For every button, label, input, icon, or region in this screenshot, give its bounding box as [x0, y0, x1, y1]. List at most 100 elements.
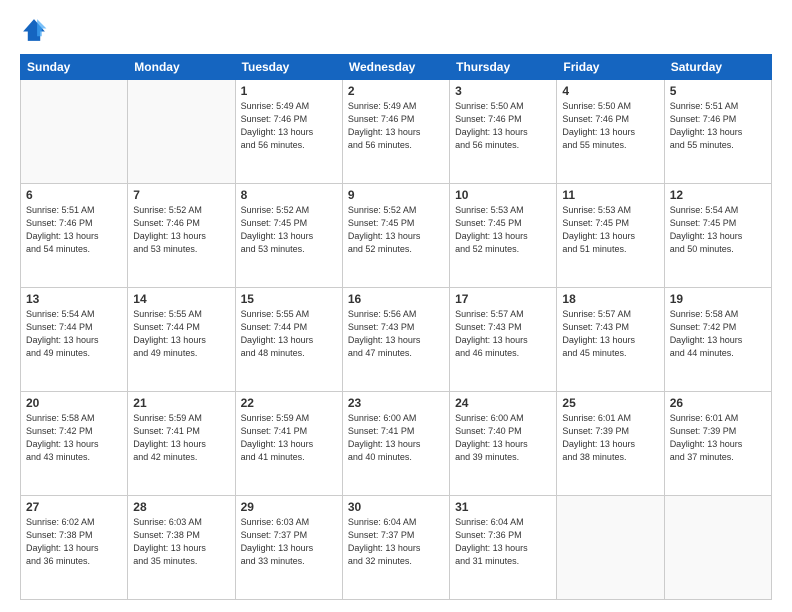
table-row: 30Sunrise: 6:04 AM Sunset: 7:37 PM Dayli… [342, 496, 449, 600]
table-row: 18 Sunrise: 5:57 AM Sunset: 7:43 PM Dayli… [557, 288, 664, 392]
table-row [21, 80, 128, 184]
day-number: 9 [348, 188, 444, 202]
day-info: Sunrise: 6:00 AM Sunset: 7:40 PM Dayligh… [455, 412, 551, 464]
day-number: 29 [241, 500, 337, 514]
page: Sunday Monday Tuesday Wednesday Thursday… [0, 0, 792, 612]
table-row: 6 Sunrise: 5:51 AM Sunset: 7:46 PM Daylig… [21, 184, 128, 288]
day-info: Sunrise: 5:54 AM Sunset: 7:44 PM Dayligh… [26, 308, 122, 360]
day-info: Sunrise: 5:54 AM Sunset: 7:45 PM Dayligh… [670, 204, 766, 256]
day-number: 13 [26, 292, 122, 306]
day-info: Sunrise: 5:52 AM Sunset: 7:45 PM Dayligh… [348, 204, 444, 256]
table-row: 31 Sunrise: 6:04 AM Sunset: 7:36 PM Dayli… [450, 496, 557, 600]
day-info: Sunrise: 5:56 AM Sunset: 7:43 PM Dayligh… [348, 308, 444, 360]
day-info: Sunrise: 6:01 AM Sunset: 7:39 PM Dayligh… [562, 412, 658, 464]
table-row: 3 Sunrise: 5:50 AM Sunset: 7:46 PM Daylig… [450, 80, 557, 184]
day-info: Sunrise: 5:57 AM Sunset: 7:43 PM Dayligh… [455, 308, 551, 360]
day-number: 20 [26, 396, 122, 410]
table-row: 11 Sunrise: 5:53 AM Sunset: 7:45 PM Dayli… [557, 184, 664, 288]
day-number: 16 [348, 292, 444, 306]
day-number: 17 [455, 292, 551, 306]
day-info: Sunrise: 5:58 AM Sunset: 7:42 PM Dayligh… [670, 308, 766, 360]
day-info: Sunrise: 6:04 AM Sunset: 7:37 PM Dayligh… [348, 516, 444, 568]
day-number: 21 [133, 396, 229, 410]
day-number: 31 [455, 500, 551, 514]
table-row: 8 Sunrise: 5:52 AM Sunset: 7:45 PM Daylig… [235, 184, 342, 288]
table-row: 22 Sunrise: 5:59 AM Sunset: 7:41 PM Dayli… [235, 392, 342, 496]
day-number: 6 [26, 188, 122, 202]
day-info: Sunrise: 5:59 AM Sunset: 7:41 PM Dayligh… [241, 412, 337, 464]
day-number: 12 [670, 188, 766, 202]
day-info: Sunrise: 5:51 AM Sunset: 7:46 PM Dayligh… [670, 100, 766, 152]
day-number: 14 [133, 292, 229, 306]
day-info: Sunrise: 6:04 AM Sunset: 7:36 PM Dayligh… [455, 516, 551, 568]
calendar-week-row: 20 Sunrise: 5:58 AM Sunset: 7:42 PM Dayli… [21, 392, 772, 496]
table-row: 13 Sunrise: 5:54 AM Sunset: 7:44 PM Dayli… [21, 288, 128, 392]
header [20, 16, 772, 44]
logo-icon [20, 16, 48, 44]
table-row: 2 Sunrise: 5:49 AM Sunset: 7:46 PM Daylig… [342, 80, 449, 184]
table-row: 27 Sunrise: 6:02 AM Sunset: 7:38 PM Dayli… [21, 496, 128, 600]
day-number: 15 [241, 292, 337, 306]
day-info: Sunrise: 5:50 AM Sunset: 7:46 PM Dayligh… [455, 100, 551, 152]
calendar-week-row: 13 Sunrise: 5:54 AM Sunset: 7:44 PM Dayli… [21, 288, 772, 392]
header-thursday: Thursday [450, 55, 557, 80]
day-number: 4 [562, 84, 658, 98]
day-info: Sunrise: 5:49 AM Sunset: 7:46 PM Dayligh… [348, 100, 444, 152]
day-info: Sunrise: 6:03 AM Sunset: 7:37 PM Dayligh… [241, 516, 337, 568]
calendar-week-row: 6 Sunrise: 5:51 AM Sunset: 7:46 PM Daylig… [21, 184, 772, 288]
table-row: 1 Sunrise: 5:49 AM Sunset: 7:46 PM Daylig… [235, 80, 342, 184]
header-tuesday: Tuesday [235, 55, 342, 80]
logo [20, 16, 52, 44]
header-sunday: Sunday [21, 55, 128, 80]
day-number: 7 [133, 188, 229, 202]
day-number: 11 [562, 188, 658, 202]
day-number: 2 [348, 84, 444, 98]
day-number: 25 [562, 396, 658, 410]
day-info: Sunrise: 5:51 AM Sunset: 7:46 PM Dayligh… [26, 204, 122, 256]
weekday-header-row: Sunday Monday Tuesday Wednesday Thursday… [21, 55, 772, 80]
day-number: 5 [670, 84, 766, 98]
day-number: 24 [455, 396, 551, 410]
day-info: Sunrise: 6:01 AM Sunset: 7:39 PM Dayligh… [670, 412, 766, 464]
day-info: Sunrise: 5:57 AM Sunset: 7:43 PM Dayligh… [562, 308, 658, 360]
day-info: Sunrise: 6:03 AM Sunset: 7:38 PM Dayligh… [133, 516, 229, 568]
day-number: 8 [241, 188, 337, 202]
header-wednesday: Wednesday [342, 55, 449, 80]
table-row: 26 Sunrise: 6:01 AM Sunset: 7:39 PM Dayli… [664, 392, 771, 496]
table-row: 25 Sunrise: 6:01 AM Sunset: 7:39 PM Dayli… [557, 392, 664, 496]
day-number: 27 [26, 500, 122, 514]
header-saturday: Saturday [664, 55, 771, 80]
table-row: 20 Sunrise: 5:58 AM Sunset: 7:42 PM Dayli… [21, 392, 128, 496]
day-number: 10 [455, 188, 551, 202]
day-info: Sunrise: 5:53 AM Sunset: 7:45 PM Dayligh… [562, 204, 658, 256]
table-row: 29 Sunrise: 6:03 AM Sunset: 7:37 PM Dayli… [235, 496, 342, 600]
table-row: 4Sunrise: 5:50 AM Sunset: 7:46 PM Daylig… [557, 80, 664, 184]
day-number: 23 [348, 396, 444, 410]
day-info: Sunrise: 5:55 AM Sunset: 7:44 PM Dayligh… [133, 308, 229, 360]
day-number: 26 [670, 396, 766, 410]
table-row: 14 Sunrise: 5:55 AM Sunset: 7:44 PM Dayli… [128, 288, 235, 392]
day-number: 1 [241, 84, 337, 98]
table-row: 9 Sunrise: 5:52 AM Sunset: 7:45 PM Daylig… [342, 184, 449, 288]
table-row [128, 80, 235, 184]
day-info: Sunrise: 5:49 AM Sunset: 7:46 PM Dayligh… [241, 100, 337, 152]
day-info: Sunrise: 5:52 AM Sunset: 7:45 PM Dayligh… [241, 204, 337, 256]
day-info: Sunrise: 5:53 AM Sunset: 7:45 PM Dayligh… [455, 204, 551, 256]
table-row: 23Sunrise: 6:00 AM Sunset: 7:41 PM Dayli… [342, 392, 449, 496]
calendar-week-row: 1 Sunrise: 5:49 AM Sunset: 7:46 PM Daylig… [21, 80, 772, 184]
day-number: 3 [455, 84, 551, 98]
day-number: 18 [562, 292, 658, 306]
table-row: 24 Sunrise: 6:00 AM Sunset: 7:40 PM Dayli… [450, 392, 557, 496]
table-row [557, 496, 664, 600]
table-row [664, 496, 771, 600]
day-info: Sunrise: 6:02 AM Sunset: 7:38 PM Dayligh… [26, 516, 122, 568]
day-info: Sunrise: 5:59 AM Sunset: 7:41 PM Dayligh… [133, 412, 229, 464]
header-friday: Friday [557, 55, 664, 80]
calendar-table: Sunday Monday Tuesday Wednesday Thursday… [20, 54, 772, 600]
table-row: 7Sunrise: 5:52 AM Sunset: 7:46 PM Daylig… [128, 184, 235, 288]
day-number: 22 [241, 396, 337, 410]
table-row: 15Sunrise: 5:55 AM Sunset: 7:44 PM Dayli… [235, 288, 342, 392]
table-row: 12 Sunrise: 5:54 AM Sunset: 7:45 PM Dayli… [664, 184, 771, 288]
day-info: Sunrise: 5:58 AM Sunset: 7:42 PM Dayligh… [26, 412, 122, 464]
header-monday: Monday [128, 55, 235, 80]
